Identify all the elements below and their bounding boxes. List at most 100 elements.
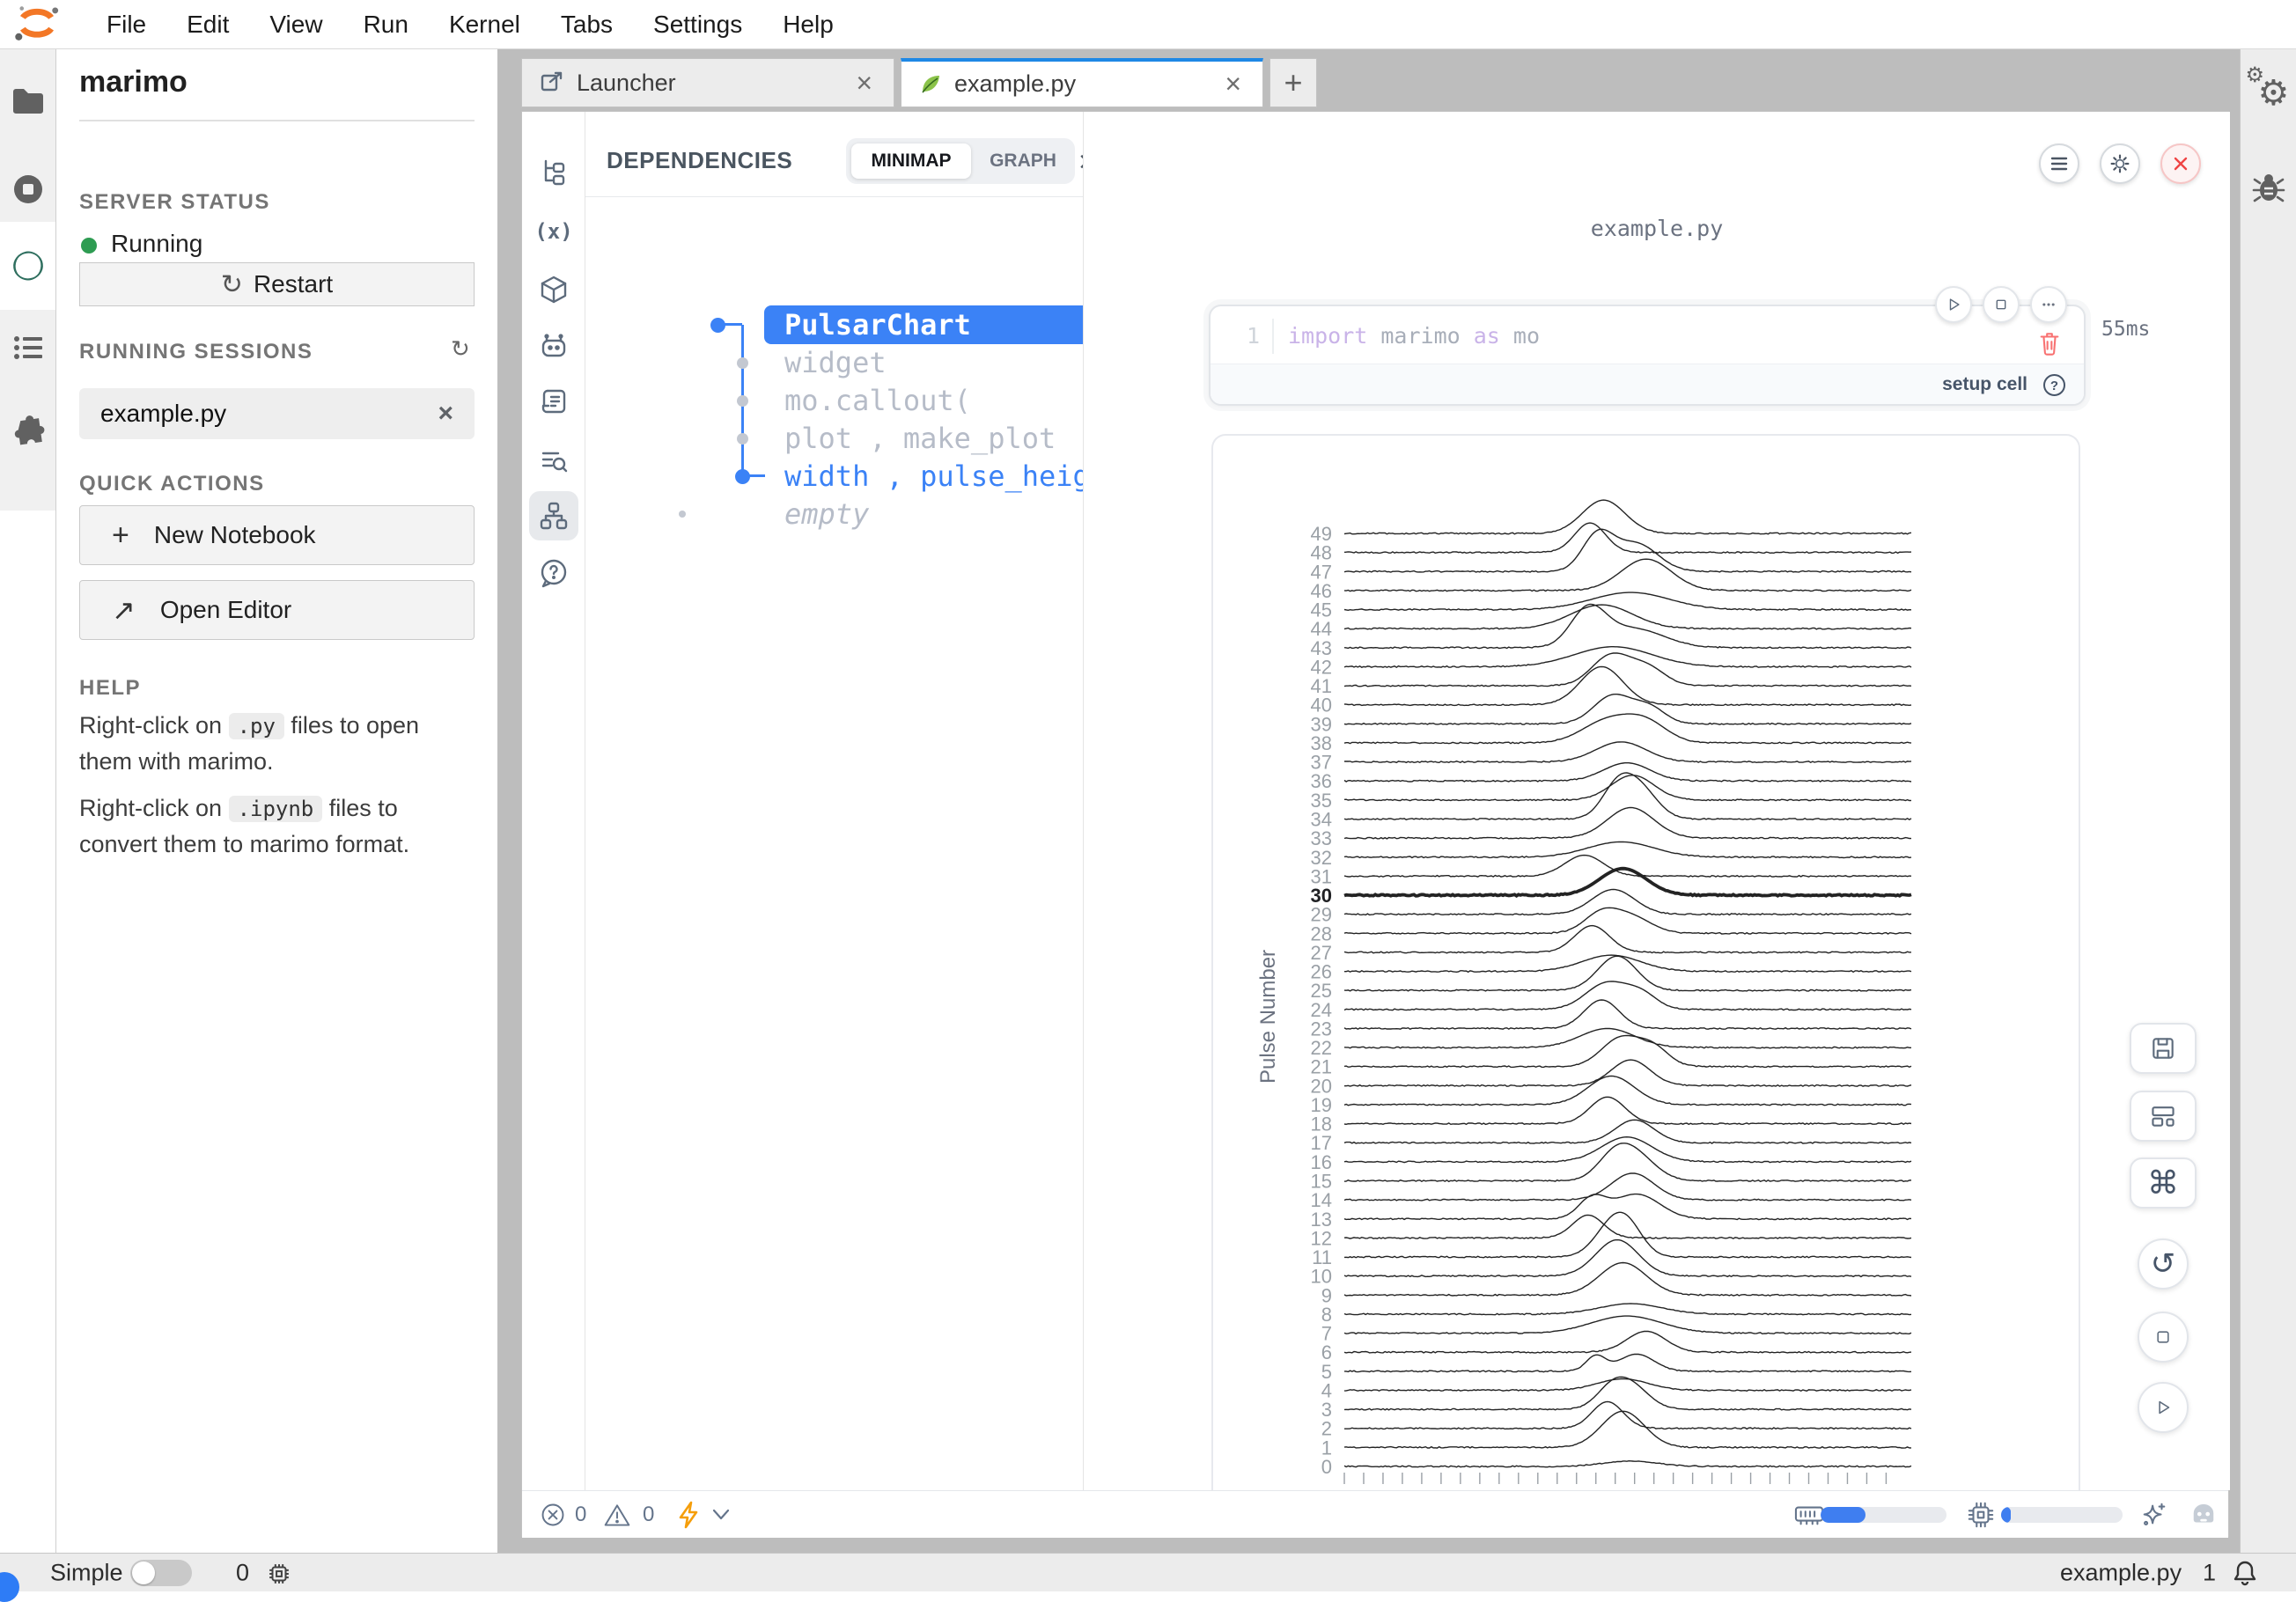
tree-item-empty[interactable]: empty: [784, 498, 869, 530]
open-editor-button[interactable]: ↗ Open Editor: [79, 580, 475, 640]
warnings-icon[interactable]: [603, 1502, 631, 1528]
chart-x-tick-label: 20: [1372, 1485, 1394, 1488]
pulse-waveform-37: [1344, 742, 1911, 762]
editor-panel: (x): [521, 111, 2229, 1537]
tab-example-py[interactable]: example.py ×: [901, 58, 1263, 107]
stop-icon: [2153, 1327, 2173, 1347]
scratchpad-scroll-icon[interactable]: [529, 377, 578, 426]
run-cell-button[interactable]: [1935, 286, 1972, 323]
tree-item-pulsarchart[interactable]: PulsarChart: [764, 305, 1083, 344]
run-all-button[interactable]: [2138, 1382, 2189, 1433]
save-floppy-icon: [2149, 1034, 2177, 1062]
marimo-sidebar-icon[interactable]: [10, 247, 47, 284]
extensions-puzzle-icon[interactable]: [11, 414, 46, 449]
save-button[interactable]: [2130, 1023, 2197, 1074]
code-text[interactable]: import marimo as mo: [1288, 323, 1540, 349]
dependency-tree: PulsarChart widget mo.callout( plot , ma…: [585, 196, 1083, 1490]
chart-y-axis-title: Pulse Number: [1256, 950, 1280, 1084]
quick-actions-heading: QUICK ACTIONS: [79, 472, 265, 496]
command-icon: ⌘: [2147, 1165, 2179, 1202]
shutdown-kernel-button[interactable]: [2160, 143, 2201, 184]
close-tab-icon[interactable]: ×: [852, 67, 876, 99]
file-tree-icon[interactable]: [529, 148, 578, 197]
notebook-settings-button[interactable]: [2100, 143, 2140, 184]
menu-item-file[interactable]: File: [86, 11, 166, 39]
tab-label: Launcher: [577, 70, 852, 97]
running-sessions-icon[interactable]: [11, 173, 45, 206]
menu-item-tabs[interactable]: Tabs: [541, 11, 633, 39]
pulse-waveform-15: [1344, 1143, 1911, 1182]
ai-sparkle-icon[interactable]: [2140, 1501, 2168, 1529]
tab-launcher[interactable]: Launcher ×: [521, 58, 894, 107]
tree-item-callout[interactable]: mo.callout(: [784, 385, 971, 416]
menu-item-settings[interactable]: Settings: [633, 11, 762, 39]
play-icon: [1945, 296, 1962, 313]
code-token: marimo: [1380, 323, 1460, 349]
variables-icon[interactable]: (x): [529, 207, 578, 256]
logs-search-icon[interactable]: [529, 436, 578, 485]
cell-more-button[interactable]: [2030, 286, 2067, 323]
keyboard-shortcuts-button[interactable]: ⌘: [2130, 1157, 2197, 1209]
notebook-menu-button[interactable]: [2039, 143, 2079, 184]
interrupt-button[interactable]: [2138, 1312, 2189, 1363]
new-notebook-button[interactable]: + New Notebook: [79, 505, 475, 565]
pulse-waveform-18: [1344, 1097, 1911, 1124]
kernel-chip-icon[interactable]: [266, 1561, 292, 1587]
pulse-waveform-35: [1344, 775, 1911, 801]
menu-item-edit[interactable]: Edit: [166, 11, 249, 39]
chart-x-tick-label: 240: [1792, 1485, 1825, 1488]
simple-mode-toggle[interactable]: [130, 1560, 192, 1586]
cpu-progress-fill: [2001, 1507, 2011, 1523]
menu-item-run[interactable]: Run: [343, 11, 429, 39]
undo-icon: ↺: [2151, 1246, 2176, 1282]
new-tab-button[interactable]: +: [1269, 58, 1317, 107]
tree-node-dot: [737, 433, 748, 445]
chart-x-tick-label: 180: [1676, 1485, 1709, 1488]
pulse-waveform-38: [1344, 714, 1911, 744]
pulse-waveform-29: [1344, 890, 1911, 915]
property-inspector-gears-icon[interactable]: ⚙ ⚙: [2248, 70, 2290, 112]
layout-toggle-button[interactable]: [2130, 1091, 2197, 1142]
restart-button[interactable]: ↻ Restart: [79, 262, 475, 306]
toggle-graph[interactable]: GRAPH: [976, 143, 1070, 179]
chart-output-card: Pulse Number 494847464544434241403938373…: [1211, 434, 2080, 1490]
memory-progress-fill: [1821, 1507, 1866, 1523]
dependencies-title: DEPENDENCIES: [607, 147, 792, 174]
chevron-down-icon[interactable]: [710, 1508, 732, 1522]
delete-cell-trash-icon[interactable]: [2036, 329, 2063, 357]
pulse-waveform-8: [1344, 1304, 1911, 1315]
copilot-robot-icon[interactable]: [2188, 1502, 2219, 1528]
tree-item-plot[interactable]: plot , make_plot: [784, 423, 1056, 454]
chart-x-tick-label: 200: [1715, 1485, 1748, 1488]
ai-robot-icon[interactable]: [529, 322, 578, 371]
setup-help-icon[interactable]: ?: [2042, 373, 2066, 397]
stop-cell-button[interactable]: [1983, 286, 2020, 323]
refresh-sessions-icon[interactable]: ↻: [451, 335, 470, 363]
pulse-waveform-28: [1344, 908, 1911, 934]
code-token: as: [1461, 323, 1513, 349]
chart-x-tick-label: 100: [1521, 1485, 1554, 1488]
close-tab-icon[interactable]: ×: [1221, 68, 1245, 100]
help-bubble-icon[interactable]: [529, 548, 578, 598]
debugger-bug-icon[interactable]: [2251, 171, 2286, 204]
menu-item-view[interactable]: View: [249, 11, 342, 39]
packages-cube-icon[interactable]: [529, 265, 578, 314]
table-of-contents-icon[interactable]: [12, 333, 44, 363]
file-browser-icon[interactable]: [11, 87, 45, 115]
pulse-waveform-2: [1344, 1401, 1911, 1429]
tree-item-width-vars[interactable]: width , pulse_height , n_poi: [784, 460, 1083, 492]
undo-button[interactable]: ↺: [2138, 1238, 2189, 1290]
session-item[interactable]: example.py ×: [79, 388, 475, 439]
code-token: import: [1288, 323, 1380, 349]
tree-node-dot: [679, 511, 686, 518]
menu-item-help[interactable]: Help: [762, 11, 854, 39]
dependencies-sitemap-icon[interactable]: [529, 491, 578, 540]
run-mode-lightning-icon[interactable]: [677, 1501, 702, 1529]
toggle-minimap[interactable]: MINIMAP: [851, 143, 971, 179]
errors-icon[interactable]: [540, 1502, 566, 1528]
help-text: Right-click on: [79, 712, 229, 739]
menu-item-kernel[interactable]: Kernel: [429, 11, 541, 39]
bell-icon[interactable]: [2231, 1559, 2259, 1587]
close-session-icon[interactable]: ×: [438, 399, 453, 429]
tree-item-widget[interactable]: widget: [784, 347, 887, 378]
